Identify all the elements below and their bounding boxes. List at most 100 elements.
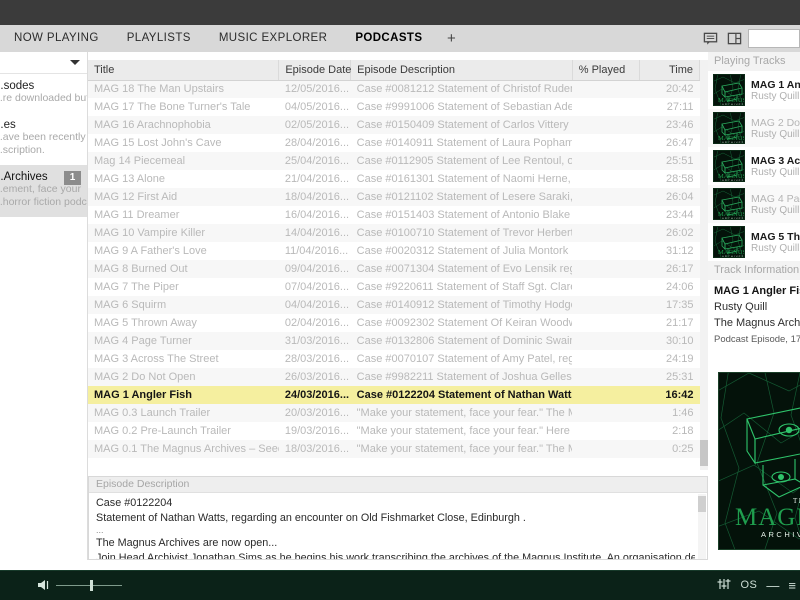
track-info-kind: Podcast Episode, 17:37 <box>714 334 800 345</box>
playing-track-item[interactable]: MAGNUS ARCHIVES MAG 5 Thr Rusty Quill <box>708 223 800 261</box>
table-row[interactable]: MAG 0.3 Launch Trailer 20/03/2016... "Make… <box>88 404 700 422</box>
volume-slider-handle[interactable] <box>90 580 93 591</box>
app-window: NOW PLAYING PLAYLISTS MUSIC EXPLORER POD… <box>0 0 800 600</box>
episode-date-cell: 02/05/2016... <box>278 116 351 134</box>
table-row[interactable]: MAG 13 Alone 21/04/2016... Case #0161301 S… <box>88 170 700 188</box>
table-row[interactable]: MAG 4 Page Turner 31/03/2016... Case #0132… <box>88 332 700 350</box>
track-information: MAG 1 Angler Fish Rusty Quill The Magnus… <box>708 280 800 345</box>
column-header-percent-played[interactable]: % Played <box>572 60 641 81</box>
svg-text:ARCHIVES: ARCHIVES <box>722 255 744 259</box>
episode-description-cell: Case #0122204 Statement of Nathan Watts,… <box>350 386 573 404</box>
episode-title-cell: MAG 17 The Bone Turner's Tale <box>88 98 279 116</box>
minimize-button[interactable]: — <box>766 578 779 593</box>
episode-title-cell: MAG 16 Arachnophobia <box>88 116 279 134</box>
table-row[interactable]: MAG 12 First Aid 18/04/2016... Case #01211… <box>88 188 700 206</box>
episode-description-cell: Case #0161301 Statement of Naomi Herne, … <box>350 170 573 188</box>
add-tab-button[interactable]: + <box>436 25 466 52</box>
table-header-row: Title Episode Date Episode Description %… <box>88 60 700 81</box>
table-row[interactable]: MAG 16 Arachnophobia 02/05/2016... Case #0… <box>88 116 700 134</box>
menu-icon[interactable]: ≡ <box>788 578 796 593</box>
svg-text:ARCHIVES: ARCHIVES <box>722 141 744 145</box>
episode-date-cell: 04/05/2016... <box>278 98 351 116</box>
playing-track-title: MAG 5 Thr <box>751 230 800 243</box>
episode-description-cell: Case #0071304 Statement of Evo Lensik re… <box>350 260 573 278</box>
episode-time-cell: 0:25 <box>639 440 700 458</box>
player-right-controls: OS — ≡ <box>716 570 796 600</box>
episode-title-cell: Mag 14 Piecemeal <box>88 152 279 170</box>
sidebar-item-sub1: ...ave been recently <box>0 131 86 143</box>
album-art-thumbnail: MAGNUS ARCHIVES <box>713 74 745 106</box>
playing-track-artist: Rusty Quill <box>751 166 800 178</box>
percent-played-cell <box>572 296 640 314</box>
episode-title-cell: MAG 7 The Piper <box>88 278 279 296</box>
table-row[interactable]: MAG 0.1 The Magnus Archives – Seed 18/03/… <box>88 440 700 458</box>
episode-table-scrollbar[interactable] <box>700 60 708 470</box>
sidebar-item-sub1: ...re downloaded but <box>0 92 88 104</box>
search-input[interactable] <box>748 29 800 48</box>
sidebar-item-magnus-archives[interactable]: ...Archives 1 ...ement, face your ...hor… <box>0 165 87 217</box>
equalizer-icon[interactable] <box>716 577 732 594</box>
episode-title-cell: MAG 0.2 Pre-Launch Trailer <box>88 422 279 440</box>
column-header-title[interactable]: Title <box>88 60 280 81</box>
table-row[interactable]: MAG 18 The Man Upstairs 12/05/2016... Case… <box>88 80 700 98</box>
table-row[interactable]: MAG 5 Thrown Away 02/04/2016... Case #0092… <box>88 314 700 332</box>
tab-now-playing[interactable]: NOW PLAYING <box>0 25 113 52</box>
episode-date-cell: 24/03/2016... <box>278 386 351 404</box>
table-row[interactable]: MAG 3 Across The Street 28/03/2016... Case… <box>88 350 700 368</box>
speaker-icon[interactable] <box>36 578 50 597</box>
episode-title-cell: MAG 0.1 The Magnus Archives – Seed <box>88 440 279 458</box>
table-row[interactable]: MAG 8 Burned Out 09/04/2016... Case #00713… <box>88 260 700 278</box>
player-bar: ★★★★★ Rusty Quill - MAG 1 Angler Fish 1:… <box>0 570 800 600</box>
episode-date-cell: 11/04/2016... <box>278 242 351 260</box>
os-label[interactable]: OS <box>741 579 758 591</box>
sidebar-item-1[interactable]: ...es ...ave been recently ...scription. <box>0 113 87 165</box>
episode-description-cell: Case #9220611 Statement of Staff Sgt. Cl… <box>350 278 573 296</box>
column-header-time[interactable]: Time <box>639 60 700 81</box>
title-bar <box>0 0 800 25</box>
tab-music-explorer[interactable]: MUSIC EXPLORER <box>205 25 341 52</box>
table-row[interactable]: MAG 7 The Piper 07/04/2016... Case #922061… <box>88 278 700 296</box>
table-row[interactable]: MAG 2 Do Not Open 26/03/2016... Case #9982… <box>88 368 700 386</box>
table-row[interactable]: MAG 17 The Bone Turner's Tale 04/05/2016.… <box>88 98 700 116</box>
episode-date-cell: 09/04/2016... <box>278 260 351 278</box>
tab-podcasts[interactable]: PODCASTS <box>341 25 436 52</box>
album-art-thumbnail: MAGNUS ARCHIVES <box>713 150 745 182</box>
table-row[interactable]: Mag 14 Piecemeal 25/04/2016... Case #01129… <box>88 152 700 170</box>
table-row[interactable]: MAG 10 Vampire Killer 14/04/2016... Case #… <box>88 224 700 242</box>
table-row[interactable]: MAG 15 Lost John's Cave 28/04/2016... Case… <box>88 134 700 152</box>
column-header-episode-date[interactable]: Episode Date <box>278 60 351 81</box>
playing-track-item[interactable]: MAGNUS ARCHIVES MAG 4 Pag Rusty Quill <box>708 185 800 223</box>
scrollbar-thumb[interactable] <box>698 496 706 512</box>
podcast-list-sidebar[interactable]: ...sodes ...re downloaded but ...es ...a… <box>0 52 88 560</box>
episode-description-cell: Case #0121102 Statement of Lesere Saraki… <box>350 188 573 206</box>
episode-time-cell: 24:06 <box>639 278 700 296</box>
description-scrollbar[interactable] <box>698 494 706 559</box>
percent-played-cell <box>572 98 640 116</box>
playing-track-item[interactable]: MAGNUS ARCHIVES MAG 1 AngRusty Quill <box>708 71 800 109</box>
episode-date-cell: 26/03/2016... <box>278 368 351 386</box>
sidebar-item-0[interactable]: ...sodes ...re downloaded but <box>0 74 87 113</box>
episode-table-scroll[interactable]: Title Episode Date Episode Description %… <box>88 60 708 470</box>
table-row[interactable]: MAG 0.2 Pre-Launch Trailer 19/03/2016... "… <box>88 422 700 440</box>
playing-track-item[interactable]: MAGNUS ARCHIVES MAG 2 Do Rusty Quill <box>708 109 800 147</box>
comment-icon[interactable] <box>703 31 718 46</box>
scrollbar-thumb[interactable] <box>700 440 708 466</box>
chevron-down-icon[interactable] <box>70 60 80 65</box>
track-info-artist: Rusty Quill <box>714 301 768 313</box>
episode-description-cell: Case #0151403 Statement of Antonio Blake… <box>350 206 573 224</box>
percent-played-cell <box>572 170 640 188</box>
column-header-episode-description[interactable]: Episode Description <box>350 60 573 81</box>
table-row[interactable]: MAG 9 A Father's Love 11/04/2016... Case #… <box>88 242 700 260</box>
table-row[interactable]: MAG 1 Angler Fish 24/03/2016... Case #0122… <box>88 386 700 404</box>
percent-played-cell <box>572 152 640 170</box>
layout-panel-icon[interactable] <box>727 31 742 46</box>
playing-track-item[interactable]: MAGNUS ARCHIVES MAG 3 Acr Rusty Quill <box>708 147 800 185</box>
table-row[interactable]: MAG 11 Dreamer 16/04/2016... Case #0151403… <box>88 206 700 224</box>
episode-date-cell: 28/03/2016... <box>278 350 351 368</box>
tab-playlists[interactable]: PLAYLISTS <box>113 25 205 52</box>
percent-played-cell <box>572 422 640 440</box>
table-row[interactable]: MAG 6 Squirm 04/04/2016... Case #0140912 S… <box>88 296 700 314</box>
episode-title-cell: MAG 8 Burned Out <box>88 260 279 278</box>
episode-title-cell: MAG 1 Angler Fish <box>88 386 279 404</box>
volume-slider-track[interactable] <box>56 585 122 586</box>
